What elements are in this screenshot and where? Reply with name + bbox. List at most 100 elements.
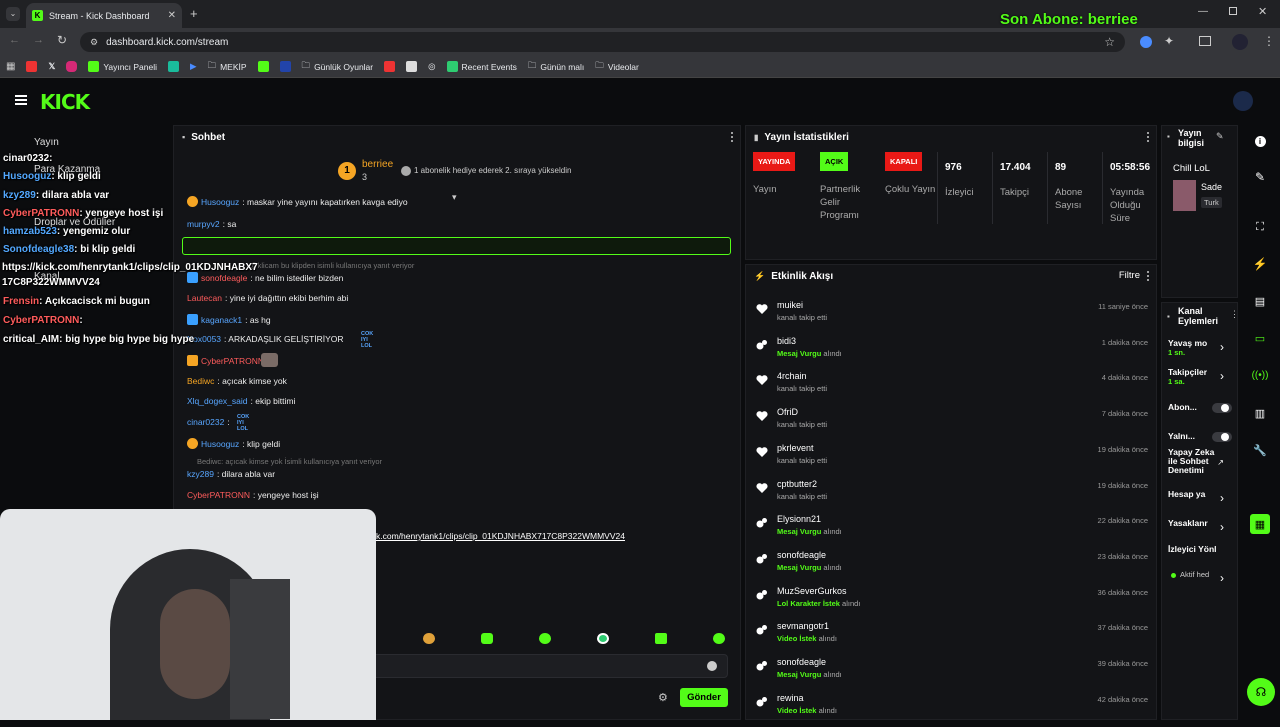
clapboard-icon[interactable]: ▦ [1250, 514, 1270, 534]
globe-icon[interactable]: ◎ [428, 61, 435, 72]
chevron-right-icon[interactable]: › [1220, 571, 1224, 585]
chat-username[interactable]: kaganack1 [201, 315, 242, 325]
chevron-right-icon[interactable]: › [1220, 340, 1224, 354]
chat-username[interactable]: cinar0232 [187, 417, 224, 427]
activity-event[interactable]: rewina Video İstek alındı 42 dakika önce [756, 693, 1152, 727]
activity-event[interactable]: muikei kanalı takip etti 11 saniye önce [756, 300, 1152, 334]
support-headset-icon[interactable]: ☊ [1247, 678, 1275, 706]
activity-event[interactable]: 4rchain kanalı takip etti 4 dakika önce [756, 371, 1152, 405]
chevron-right-icon[interactable]: › [1220, 369, 1224, 383]
chat-username[interactable]: murpyv2 [187, 219, 220, 229]
chat-settings-icon[interactable]: ⚙ [658, 691, 668, 704]
collapse-icon[interactable]: ▾ [452, 192, 457, 203]
activity-event[interactable]: sevmangotr1 Video İstek alındı 37 dakika ö… [756, 621, 1152, 655]
shield-icon[interactable] [279, 61, 291, 72]
activity-event[interactable]: sonofdeagle Mesaj Vurgu alındı 39 dakika ö… [756, 657, 1152, 691]
extension-icon[interactable] [1140, 36, 1152, 48]
emoji-picker-icon[interactable] [707, 661, 717, 671]
browser-menu-icon[interactable]: ⋮ [1263, 34, 1275, 48]
emote-icon[interactable] [423, 633, 435, 644]
youtube-icon[interactable] [26, 61, 38, 72]
activity-event[interactable]: pkrlevent kanalı takip etti 19 dakika önce [756, 443, 1152, 477]
bookmark-gunun-mali[interactable]: 🗀 Günün malı [528, 60, 584, 74]
activity-event[interactable]: cptbutter2 kanalı takip etti 19 dakika önc… [756, 479, 1152, 513]
emote-icon[interactable] [713, 633, 725, 644]
bookmark-mekip[interactable]: 🗀 MEKİP [208, 60, 247, 74]
sidepanel-icon[interactable] [1199, 36, 1211, 46]
youtube-icon[interactable] [384, 61, 396, 72]
hamburger-menu-icon[interactable] [15, 95, 27, 105]
browser-tab[interactable]: K Stream - Kick Dashboard ✕ [26, 3, 182, 28]
fullscreen-icon[interactable]: ⛶ [1250, 217, 1270, 237]
profile-avatar[interactable] [1232, 34, 1248, 50]
stats-menu-icon[interactable] [1147, 132, 1150, 142]
chat-username[interactable]: CyberPATRONN [201, 356, 264, 366]
channel-action-item[interactable]: İzleyici Yönlen [1168, 545, 1234, 554]
site-info-icon[interactable]: ⚙ [90, 37, 98, 48]
edit-icon[interactable]: ✎ [1250, 167, 1270, 187]
image-icon[interactable] [406, 61, 418, 72]
minimize-icon[interactable]: — [1198, 6, 1208, 17]
chat-username[interactable]: CyberPATRONN [187, 490, 250, 500]
chat-input[interactable] [372, 654, 728, 678]
chat-username[interactable]: Husooguz [201, 439, 239, 449]
chat-username[interactable]: Bediwc [187, 376, 214, 386]
forward-icon[interactable]: → [33, 34, 44, 46]
channel-action-item[interactable]: Abon... [1168, 403, 1234, 413]
chat-icon[interactable]: ▭ [1250, 328, 1270, 348]
activity-event[interactable]: Elysionn21 Mesaj Vurgu alındı 22 dakika ön… [756, 514, 1152, 548]
channel-action-item[interactable]: Takipçiler 1 sa. › [1168, 368, 1234, 386]
toggle-switch[interactable] [1212, 432, 1232, 442]
activity-event[interactable]: bidi3 Mesaj Vurgu alındı 1 dakika önce [756, 336, 1152, 370]
extensions-puzzle-icon[interactable]: ✦ [1164, 34, 1174, 48]
chat-username[interactable]: Husooguz [201, 197, 239, 207]
filter-button[interactable]: Filtre [1119, 270, 1140, 281]
activity-event[interactable]: MuzSeverGurkos Lol Karakter İstek alındı 3… [756, 586, 1152, 620]
reload-icon[interactable]: ↻ [57, 33, 67, 47]
chevron-right-icon[interactable]: › [1220, 491, 1224, 505]
user-avatar[interactable] [1233, 91, 1253, 111]
chat-username[interactable]: kzy289 [187, 469, 214, 479]
server-icon[interactable]: ▥ [1250, 403, 1270, 423]
edit-pencil-icon[interactable]: ✎ [1216, 131, 1224, 142]
new-tab-icon[interactable]: + [190, 6, 198, 21]
channel-action-item[interactable]: Aktif hed › [1168, 570, 1234, 585]
chevron-right-icon[interactable]: › [1220, 520, 1224, 534]
channel-action-item[interactable]: Yalnı... [1168, 432, 1234, 442]
broadcast-icon[interactable]: ((•)) [1250, 365, 1270, 385]
activity-event[interactable]: OfriD kanalı takip etti 7 dakika önce [756, 407, 1152, 441]
apps-icon[interactable]: ▦ [6, 61, 15, 72]
chat-username[interactable]: sonofdeagle [201, 273, 247, 283]
send-button[interactable]: Gönder [680, 688, 728, 707]
emote-icon[interactable] [597, 633, 609, 644]
bookmark-recent-events[interactable]: Recent Events [446, 61, 517, 72]
emote-icon[interactable] [481, 633, 493, 644]
toggle-switch[interactable] [1212, 403, 1232, 413]
emote-icon[interactable] [655, 633, 667, 644]
x-icon[interactable]: 𝕏 [48, 61, 55, 72]
channel-action-item[interactable]: Yasaklanr › [1168, 519, 1234, 534]
play-icon[interactable]: ▶ [190, 61, 197, 72]
lightning-icon[interactable]: ⚡ [1250, 254, 1270, 274]
tab-list-icon[interactable]: ⌄ [6, 7, 20, 21]
bookmark-yayinci-paneli[interactable]: Yayıncı Paneli [88, 61, 157, 72]
channel-actions-menu-icon[interactable]: ⋮ [1230, 309, 1239, 320]
bookmark-videolar[interactable]: 🗀 Videolar [595, 60, 639, 74]
emote-icon[interactable] [539, 633, 551, 644]
channel-action-item[interactable]: Yapay Zeka ile Sohbet Denetimi ↗ [1168, 448, 1234, 475]
restore-icon[interactable] [1229, 7, 1237, 15]
pin-icon[interactable]: ▪ [1167, 132, 1170, 141]
chat-menu-icon[interactable] [731, 132, 734, 142]
channel-action-item[interactable]: Hesap ya › [1168, 490, 1234, 505]
chat-username[interactable]: Lautecan [187, 293, 222, 303]
kick-logo[interactable]: KICK [40, 90, 90, 114]
kick-icon[interactable] [257, 61, 269, 72]
address-bar[interactable]: ⚙ dashboard.kick.com/stream ☆ [80, 32, 1125, 52]
bookmark-star-icon[interactable]: ☆ [1104, 35, 1115, 49]
chat-username[interactable]: Xlq_dogex_said [187, 396, 248, 406]
instagram-icon[interactable] [66, 61, 78, 72]
bookmark-gunluk-oyunlar[interactable]: 🗀 Günlük Oyunlar [302, 60, 374, 74]
wrench-icon[interactable]: 🔧 [1250, 440, 1270, 460]
external-link-icon[interactable]: ↗ [1217, 458, 1224, 467]
document-icon[interactable]: ▤ [1250, 291, 1270, 311]
